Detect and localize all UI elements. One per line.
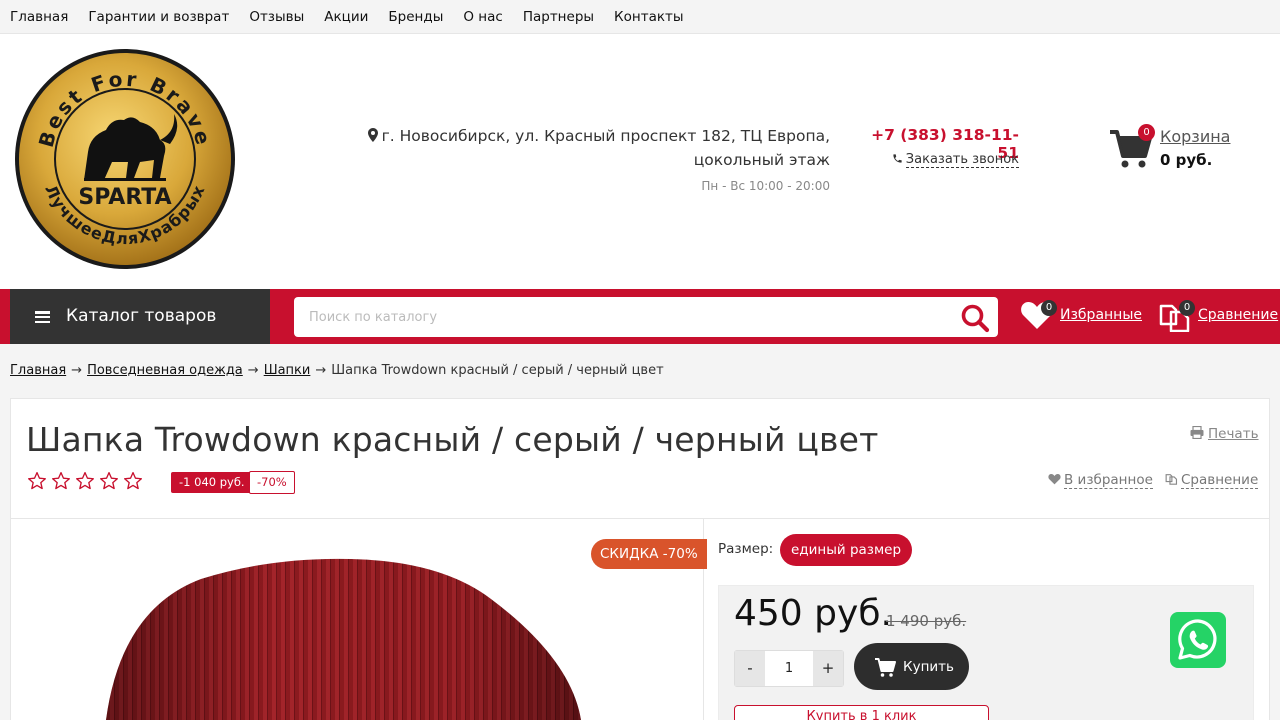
- breadcrumb-separator: →: [71, 363, 83, 378]
- compare-label: Сравнение: [1198, 307, 1279, 323]
- discount-percent-badge: -70%: [249, 471, 295, 494]
- breadcrumb-separator: →: [315, 363, 327, 378]
- breadcrumb-separator: →: [247, 363, 259, 378]
- star-icon[interactable]: [75, 471, 95, 491]
- buy-button[interactable]: Купить: [854, 643, 969, 690]
- top-nav-item[interactable]: О нас: [463, 9, 502, 25]
- quantity-increase-button[interactable]: +: [813, 651, 843, 686]
- top-nav-item[interactable]: Партнеры: [523, 9, 594, 25]
- star-icon[interactable]: [51, 471, 71, 491]
- star-icon[interactable]: [27, 471, 47, 491]
- whatsapp-icon: [1178, 619, 1217, 660]
- breadcrumb: Главная → Повседневная одежда → Шапки → Шапка …: [10, 363, 664, 378]
- top-nav: Главная Гарантии и возврат Отзывы Акции Брен…: [0, 0, 1280, 34]
- breadcrumb-link[interactable]: Главная: [10, 363, 66, 378]
- search-input[interactable]: [294, 297, 944, 337]
- menu-icon: [35, 311, 50, 324]
- top-nav-item[interactable]: Бренды: [388, 9, 443, 25]
- header-cart[interactable]: 0 Корзина 0 руб.: [1108, 124, 1268, 174]
- favorites-label: Избранные: [1060, 307, 1142, 323]
- current-price: 450 руб.: [734, 593, 892, 634]
- catalog-button[interactable]: Каталог товаров: [10, 289, 270, 344]
- size-option-button[interactable]: единый размер: [780, 534, 913, 566]
- working-hours: Пн - Вс 10:00 - 20:00: [701, 179, 830, 193]
- compare-icon: [1165, 474, 1178, 485]
- print-link[interactable]: Печать: [1190, 425, 1259, 442]
- cart-sum: 0 руб.: [1160, 151, 1213, 169]
- compare-link[interactable]: 0 Сравнение: [1158, 300, 1278, 334]
- rating-stars[interactable]: [27, 471, 147, 491]
- address-text: г. Новосибирск, ул. Красный проспект 182…: [381, 127, 830, 169]
- heart-icon: [1048, 474, 1061, 485]
- compare-count-badge: 0: [1179, 300, 1195, 316]
- catalog-label: Каталог товаров: [66, 306, 217, 326]
- breadcrumb-current: Шапка Trowdown красный / серый / черный …: [331, 363, 664, 378]
- callback-text: Заказать звонок: [905, 152, 1019, 168]
- star-icon[interactable]: [123, 471, 143, 491]
- quantity-decrease-button[interactable]: -: [735, 651, 765, 686]
- logo-center-text: SPARTA: [78, 185, 171, 210]
- breadcrumb-link[interactable]: Повседневная одежда: [87, 363, 243, 378]
- buy-label: Купить: [903, 659, 954, 675]
- print-label: Печать: [1208, 426, 1259, 442]
- quantity-input[interactable]: [765, 651, 813, 686]
- top-nav-item[interactable]: Акции: [324, 9, 368, 25]
- map-pin-icon: [367, 128, 378, 142]
- cart-icon: [875, 658, 896, 677]
- breadcrumb-link[interactable]: Шапки: [264, 363, 311, 378]
- logo-emblem: Best For Brave ЛучшееДляХрабрых SPARTA: [15, 49, 235, 269]
- one-click-buy-button[interactable]: Купить в 1 клик: [734, 705, 989, 720]
- size-label: Размер:: [718, 541, 774, 557]
- print-icon: [1190, 425, 1204, 440]
- cart-count-badge: 0: [1138, 124, 1155, 141]
- old-price: 1 490 руб.: [886, 612, 967, 630]
- favorites-count-badge: 0: [1041, 300, 1057, 316]
- sale-badge: СКИДКА -70%: [591, 539, 707, 569]
- discount-amount-badge: -1 040 руб.: [171, 472, 253, 493]
- add-to-compare-label: Сравнение: [1181, 472, 1259, 489]
- store-address: г. Новосибирск, ул. Красный проспект 182…: [300, 124, 830, 172]
- add-to-favorites-label: В избранное: [1064, 472, 1153, 489]
- search-box: [294, 297, 998, 337]
- top-nav-item[interactable]: Главная: [10, 9, 68, 25]
- store-logo[interactable]: Best For Brave ЛучшееДляХрабрых SPARTA: [14, 48, 236, 270]
- add-to-compare-link[interactable]: Сравнение: [1165, 472, 1259, 489]
- page-title: Шапка Trowdown красный / серый / черный …: [26, 420, 879, 459]
- star-icon[interactable]: [99, 471, 119, 491]
- search-icon[interactable]: [960, 303, 990, 333]
- cart-link[interactable]: Корзина: [1160, 127, 1230, 146]
- add-to-favorites-link[interactable]: В избранное: [1048, 472, 1153, 489]
- top-nav-item[interactable]: Гарантии и возврат: [88, 9, 229, 25]
- quantity-stepper: - +: [734, 650, 844, 687]
- top-nav-item[interactable]: Контакты: [614, 9, 683, 25]
- top-nav-item[interactable]: Отзывы: [249, 9, 304, 25]
- whatsapp-button[interactable]: [1170, 612, 1226, 668]
- callback-link[interactable]: Заказать звонок: [860, 152, 1019, 168]
- top-nav-list: Главная Гарантии и возврат Отзывы Акции Брен…: [0, 0, 1280, 33]
- phone-icon: [893, 154, 902, 163]
